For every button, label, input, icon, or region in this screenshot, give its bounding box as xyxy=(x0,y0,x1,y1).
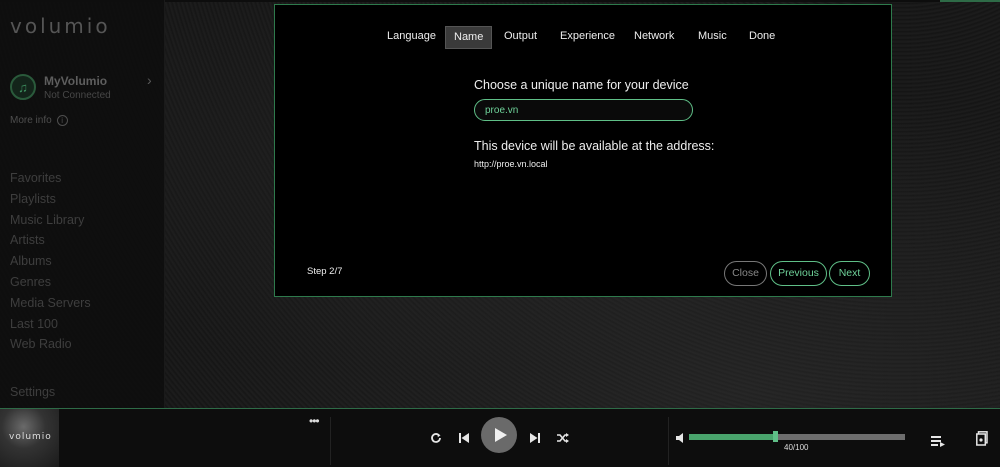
sidebar-item-web-radio[interactable]: Web Radio xyxy=(10,337,91,358)
volumio-logo: volumio xyxy=(10,14,111,38)
sidebar: volumio ♫ MyVolumio Not Connected › More… xyxy=(0,0,165,408)
next-button[interactable]: Next xyxy=(829,261,870,286)
volume-level-fill xyxy=(689,434,775,440)
sidebar-item-artists[interactable]: Artists xyxy=(10,233,91,254)
tab-done[interactable]: Done xyxy=(741,26,783,49)
next-track-icon[interactable] xyxy=(529,431,541,449)
library-icon[interactable] xyxy=(976,431,988,451)
account-name: MyVolumio xyxy=(44,74,108,88)
step-indicator: Step 2/7 xyxy=(307,266,343,277)
chevron-right-icon[interactable]: › xyxy=(147,72,152,88)
device-address: http://proe.vn.local xyxy=(474,159,548,169)
tab-output[interactable]: Output xyxy=(496,26,545,49)
sidebar-item-playlists[interactable]: Playlists xyxy=(10,192,91,213)
info-icon: i xyxy=(56,115,68,126)
previous-track-icon[interactable] xyxy=(458,431,470,449)
sidebar-item-last-100[interactable]: Last 100 xyxy=(10,317,91,338)
volume-readout: 40/100 xyxy=(784,443,809,452)
sidebar-item-favorites[interactable]: Favorites xyxy=(10,171,91,192)
album-art-logo: volumio xyxy=(9,432,52,442)
sidebar-item-albums[interactable]: Albums xyxy=(10,254,91,275)
play-button[interactable] xyxy=(481,417,517,453)
volume-slider[interactable] xyxy=(689,431,905,442)
more-info-link[interactable]: More info i xyxy=(10,115,68,126)
album-art[interactable]: volumio xyxy=(0,409,59,467)
tab-network[interactable]: Network xyxy=(626,26,682,49)
volume-slider-handle[interactable] xyxy=(773,431,778,442)
sidebar-nav: Favorites Playlists Music Library Artist… xyxy=(10,171,91,358)
device-name-input[interactable] xyxy=(474,99,693,121)
sidebar-item-media-servers[interactable]: Media Servers xyxy=(10,296,91,317)
previous-button[interactable]: Previous xyxy=(770,261,827,286)
sidebar-item-genres[interactable]: Genres xyxy=(10,275,91,296)
player-bar: volumio ••• 40/100 xyxy=(0,408,1000,467)
tab-music[interactable]: Music xyxy=(690,26,735,49)
more-info-label: More info xyxy=(10,115,52,126)
tab-experience[interactable]: Experience xyxy=(552,26,623,49)
play-icon xyxy=(494,428,507,442)
music-note-icon: ♫ xyxy=(10,74,36,100)
repeat-icon[interactable] xyxy=(430,431,442,449)
shuffle-icon[interactable] xyxy=(556,431,569,449)
myvolumio-account[interactable]: ♫ MyVolumio Not Connected › xyxy=(10,72,160,106)
divider xyxy=(668,417,669,465)
queue-icon[interactable] xyxy=(931,434,945,452)
close-button[interactable]: Close xyxy=(724,261,767,286)
volume-icon[interactable] xyxy=(676,430,684,448)
availability-text: This device will be available at the add… xyxy=(474,139,715,153)
wizard-tabs: Language Name Output Experience Network … xyxy=(275,26,891,50)
tab-name[interactable]: Name xyxy=(445,26,493,49)
name-prompt: Choose a unique name for your device xyxy=(474,78,689,92)
setup-wizard-modal: Language Name Output Experience Network … xyxy=(274,4,892,297)
account-status: Not Connected xyxy=(44,90,111,101)
sidebar-item-music-library[interactable]: Music Library xyxy=(10,213,91,234)
more-options-icon[interactable]: ••• xyxy=(309,414,320,428)
divider xyxy=(330,417,331,465)
sidebar-item-settings[interactable]: Settings xyxy=(10,385,55,399)
tab-language[interactable]: Language xyxy=(379,26,444,49)
